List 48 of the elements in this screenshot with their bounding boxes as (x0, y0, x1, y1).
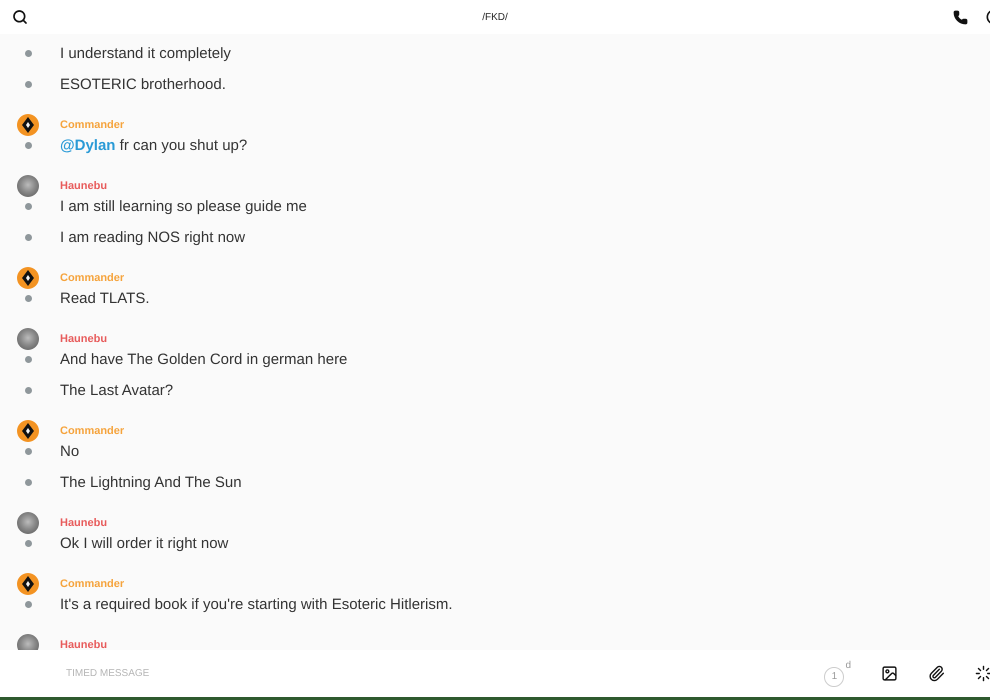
bullet-dot (24, 81, 32, 88)
message-text: @Dylan fr can you shut up? (60, 137, 248, 154)
author-name: Commander (60, 425, 124, 437)
message-text: Read TLATS. (60, 290, 150, 307)
mention-link[interactable]: @Dylan (60, 137, 116, 154)
emblem-avatar-icon (17, 573, 39, 595)
bullet-dot (24, 540, 32, 547)
bullet-dot (24, 601, 32, 608)
bullet-dot (24, 387, 32, 394)
avatar-photo-placeholder (17, 175, 39, 197)
bullet-dot (24, 50, 32, 57)
avatar-photo-placeholder (17, 328, 39, 350)
author-name: Commander (60, 578, 124, 590)
image-button[interactable] (881, 665, 898, 682)
bullet-dot (24, 203, 32, 210)
author-name: Haunebu (60, 517, 108, 529)
loader-button[interactable] (975, 665, 990, 682)
chat-title: /FKD/ (482, 12, 508, 22)
message-text: The Lightning And The Sun (60, 474, 242, 491)
message-text: No (60, 443, 80, 460)
emblem-avatar-icon (17, 114, 39, 136)
phone-button[interactable] (953, 10, 968, 24)
bullet-dot (24, 295, 32, 302)
emblem-avatar-icon (17, 420, 39, 442)
message-text: The Last Avatar? (60, 382, 174, 399)
bullet-dot (24, 234, 32, 241)
message-text: It's a required book if you're starting with Esoteric Hitlerism. (60, 596, 453, 613)
bullet-dot (24, 479, 32, 486)
author-name: Commander (60, 119, 124, 131)
message-text: And have The Golden Cord in german here (60, 351, 348, 368)
author-name: Haunebu (60, 333, 108, 345)
author-name: Haunebu (60, 639, 108, 650)
avatar-photo-placeholder (17, 512, 39, 534)
avatar-photo-placeholder (17, 634, 39, 650)
paperclip-button[interactable] (928, 665, 945, 682)
emblem-avatar-icon (17, 267, 39, 289)
search-button[interactable] (12, 9, 28, 25)
message-text: Ok I will order it right now (60, 535, 228, 552)
message-text: I am reading NOS right now (60, 229, 246, 246)
author-name: Haunebu (60, 180, 108, 192)
author-name: Commander (60, 272, 124, 284)
message-text: I am still learning so please guide me (60, 198, 307, 215)
message-text: I understand it completely (60, 45, 231, 62)
bullet-dot (24, 356, 32, 363)
message-text: ESOTERIC brotherhood. (60, 76, 226, 93)
bullet-dot (24, 448, 32, 455)
bullet-dot (24, 142, 32, 149)
message-input-field[interactable]: TIMED MESSAGE (64, 667, 824, 680)
